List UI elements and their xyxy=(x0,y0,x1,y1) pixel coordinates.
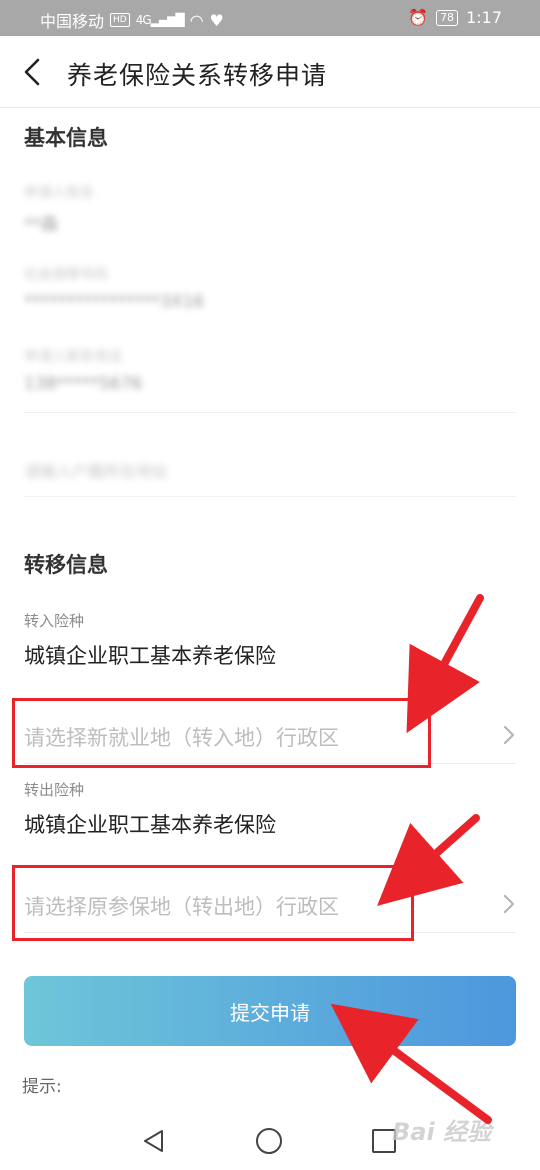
transfer-info-title: 转移信息 xyxy=(24,553,108,577)
field-value: **森 xyxy=(24,215,58,235)
basic-info-title: 基本信息 xyxy=(24,126,108,150)
annotation-arrow xyxy=(406,594,484,734)
field-label: 申请人姓名 xyxy=(24,185,94,201)
battery-icon: 78 xyxy=(436,9,459,26)
chevron-right-icon xyxy=(503,894,515,914)
alarm-icon: ⏰ xyxy=(408,8,429,27)
field-value: ****************3X16 xyxy=(24,292,205,312)
divider xyxy=(24,496,516,497)
phone-field: 申请人联系电话 138*****5676 xyxy=(24,346,516,394)
back-button[interactable] xyxy=(14,54,50,90)
page-title: 养老保险关系转移申请 xyxy=(67,61,328,90)
status-bar: 中国移动 HD 4G▂▄▆█ ◠ ♥ ⏰ 78 1:17 xyxy=(0,0,540,36)
chevron-right-icon xyxy=(503,725,515,745)
hd-badge: HD xyxy=(110,13,130,27)
out-insurance-label: 转出险种 xyxy=(24,781,85,799)
tip-label: 提示: xyxy=(22,1077,62,1097)
out-insurance-value: 城镇企业职工基本养老保险 xyxy=(24,813,276,837)
annotation-box-out-region xyxy=(12,865,414,941)
submit-button[interactable]: 提交申请 xyxy=(24,976,516,1046)
signal-icon: 4G▂▄▆█ xyxy=(135,13,185,27)
divider xyxy=(24,412,516,413)
wifi-icon: ◠ xyxy=(189,10,204,30)
carrier-name: 中国移动 xyxy=(40,12,105,31)
annotation-box-in-region xyxy=(12,698,431,768)
address-placeholder: 请输入户籍所在地址 xyxy=(24,462,169,481)
nav-home-icon[interactable] xyxy=(256,1128,282,1154)
field-value: 138*****5676 xyxy=(24,374,143,394)
in-insurance-value: 城镇企业职工基本养老保险 xyxy=(24,644,276,668)
address-input[interactable]: 请输入户籍所在地址 xyxy=(24,458,516,482)
applicant-name-field: 申请人姓名 **森 xyxy=(24,182,516,235)
clock: 1:17 xyxy=(466,8,502,27)
in-insurance-label: 转入险种 xyxy=(24,612,85,630)
nav-back-icon[interactable] xyxy=(141,1128,167,1154)
app-header: 养老保险关系转移申请 xyxy=(0,36,540,108)
field-label: 社会保障号码 xyxy=(24,267,108,283)
baidu-watermark: Bai 经验 xyxy=(392,1118,492,1146)
field-label: 申请人联系电话 xyxy=(24,349,122,365)
social-security-field: 社会保障号码 ****************3X16 xyxy=(24,264,516,312)
chevron-left-icon xyxy=(24,58,40,86)
heart-icon: ♥ xyxy=(209,10,224,30)
